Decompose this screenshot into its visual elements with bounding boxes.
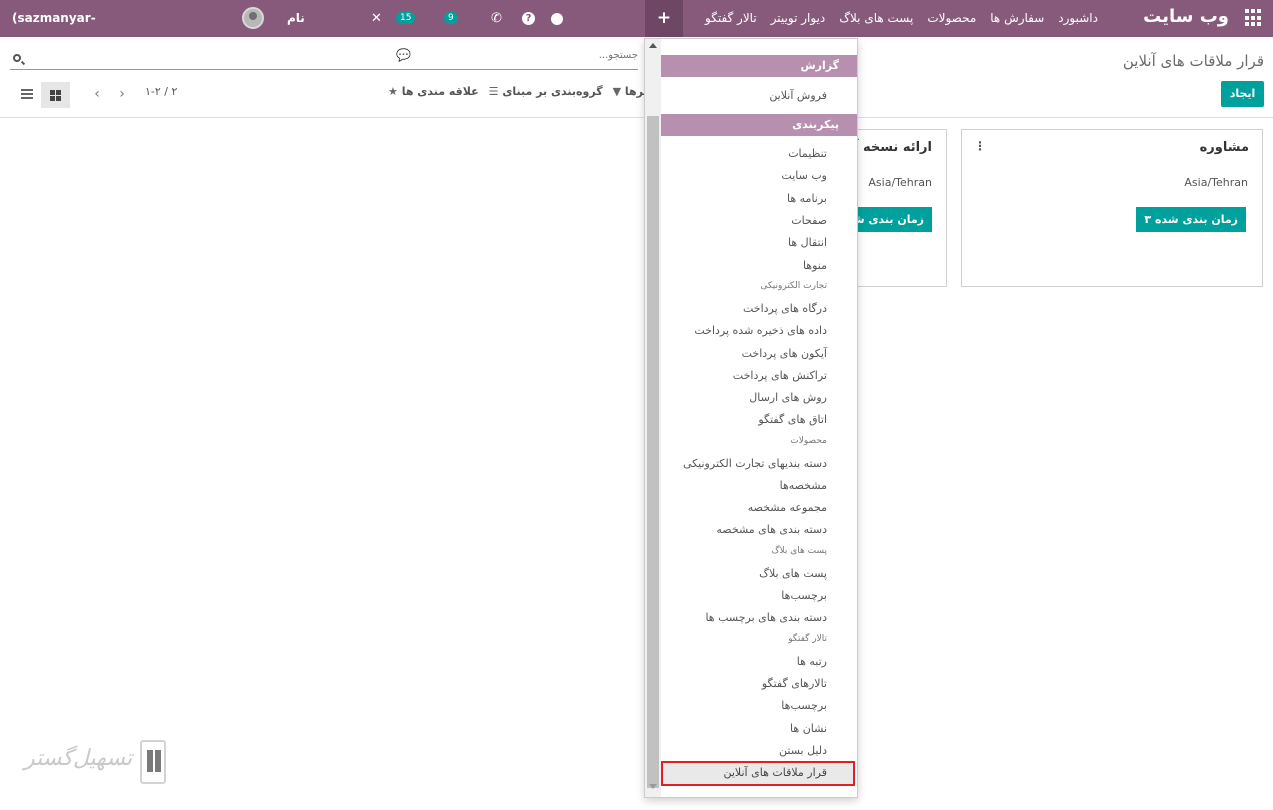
page: وب سایت داشبورد سفارش ها محصولات پست های… bbox=[0, 0, 1273, 810]
menu-item-blog-posts[interactable]: پست های بلاگ bbox=[759, 567, 827, 580]
pager-value[interactable]: ۱-۲ / ۲ bbox=[145, 85, 177, 98]
phone-icon[interactable]: ✆ bbox=[491, 0, 502, 37]
menu-header-report: گزارش bbox=[661, 55, 857, 77]
scroll-thumb[interactable] bbox=[647, 116, 659, 788]
kanban-view-button[interactable] bbox=[41, 82, 70, 108]
user-menu[interactable]: (sazmanyar-14-0-base-demo) علیرضا غضنفری bbox=[12, 0, 96, 173]
menu-item-blog-tags[interactable]: برچسب‌ها bbox=[781, 589, 827, 602]
menu-item-chat-rooms[interactable]: اتاق های گفتگو bbox=[758, 413, 827, 426]
search-input[interactable] bbox=[78, 50, 638, 61]
chat-count-badge: 15 bbox=[396, 11, 416, 24]
app-brand[interactable]: وب سایت bbox=[1143, 6, 1229, 27]
pager-next-button[interactable]: › bbox=[115, 86, 129, 102]
watermark-logo: تسهیل‌گستر bbox=[24, 740, 169, 788]
help-icon[interactable]: ? bbox=[522, 0, 535, 37]
scroll-up-icon[interactable] bbox=[649, 43, 657, 48]
control-panel-divider bbox=[0, 117, 1273, 118]
pager-previous-button[interactable]: ‹ bbox=[90, 86, 104, 102]
more-menu-dropdown: گزارش فروش آنلاین پیکربندی تنظیمات وب سا… bbox=[644, 38, 858, 798]
menu-item-attribute-categories[interactable]: دسته بندی های مشخصه bbox=[716, 523, 827, 536]
menu-section-ecommerce: تجارت الکترونیکی bbox=[760, 281, 827, 291]
menu-item-settings[interactable]: تنظیمات bbox=[788, 147, 827, 160]
menu-forum[interactable]: تالار گفتگو bbox=[698, 0, 764, 37]
card-title: مشاوره bbox=[1199, 140, 1249, 155]
menu-item-forum-tags[interactable]: برچسب‌ها bbox=[781, 699, 827, 712]
menu-section-products: محصولات bbox=[790, 436, 827, 446]
activity-count-badge: 9 bbox=[444, 11, 458, 24]
menu-item-shipping-methods[interactable]: روش های ارسال bbox=[749, 391, 827, 404]
scroll-down-icon[interactable] bbox=[649, 784, 657, 789]
user-name: علیرضا غضنفری bbox=[12, 122, 65, 173]
menu-item-pages[interactable]: صفحات bbox=[791, 214, 827, 227]
apps-icon[interactable] bbox=[1245, 9, 1263, 27]
create-button[interactable]: ایجاد bbox=[1221, 81, 1264, 107]
menu-item-badges[interactable]: نشان ها bbox=[790, 722, 827, 735]
menu-item-website[interactable]: وب سایت bbox=[781, 169, 827, 182]
menu-blog-posts[interactable]: پست های بلاگ bbox=[832, 0, 920, 37]
favorites-toggle[interactable]: ★ علاقه مندی ها bbox=[388, 85, 479, 103]
menu-section-blog: پست های بلاگ bbox=[771, 546, 827, 556]
bars-icon: ☰ bbox=[488, 85, 499, 98]
menu-products[interactable]: محصولات bbox=[920, 0, 983, 37]
menu-item-attribute-sets[interactable]: مجموعه مشخصه bbox=[748, 501, 827, 514]
page-title: قرار ملاقات های آنلاین bbox=[1122, 52, 1264, 70]
card-timezone: Asia/Tehran bbox=[868, 176, 932, 189]
kanban-card[interactable]: مشاوره ⋮ Asia/Tehran ۳ زمان بندی شده bbox=[961, 129, 1263, 287]
watermark-text: تسهیل‌گستر bbox=[24, 746, 133, 771]
menu-item-online-sales[interactable]: فروش آنلاین bbox=[769, 89, 827, 102]
card-menu-icon[interactable]: ⋮ bbox=[974, 139, 986, 153]
menu-dashboard[interactable]: داشبورد bbox=[1051, 0, 1105, 37]
star-icon: ★ bbox=[388, 85, 398, 98]
favorites-label: علاقه مندی ها bbox=[401, 85, 479, 98]
top-navbar: وب سایت داشبورد سفارش ها محصولات پست های… bbox=[0, 0, 1273, 173]
menu-item-attributes[interactable]: مشخصه‌ها bbox=[780, 479, 827, 492]
menu-item-ecommerce-categories[interactable]: دسته بندیهای تجارت الکترونیکی bbox=[683, 457, 827, 470]
menu-item-tag-categories[interactable]: دسته بندی های برچسب ها bbox=[705, 611, 827, 624]
filter-icon: ▼ bbox=[612, 85, 622, 98]
activity-icon[interactable]: 9 ◷ bbox=[444, 0, 458, 63]
menu-header-configuration: پیکربندی bbox=[661, 114, 857, 136]
menu-orders[interactable]: سفارش ها bbox=[983, 0, 1051, 37]
menu-item-payment-acquirers[interactable]: درگاه های پرداخت bbox=[743, 302, 827, 315]
menu-item-forums[interactable]: تالارهای گفتگو bbox=[762, 677, 827, 690]
bug-icon[interactable] bbox=[551, 0, 563, 37]
menu-item-redirects[interactable]: انتقال ها bbox=[788, 236, 827, 249]
main-menu: داشبورد سفارش ها محصولات پست های بلاگ دی… bbox=[698, 0, 1105, 37]
scheduled-button[interactable]: ۳ زمان بندی شده bbox=[1136, 207, 1246, 232]
menu-item-payment-transactions[interactable]: تراکنش های پرداخت bbox=[733, 369, 827, 382]
card-timezone: Asia/Tehran bbox=[1184, 176, 1248, 189]
more-menu-button[interactable]: + bbox=[645, 0, 683, 37]
menu-item-close-reasons[interactable]: دلیل بستن bbox=[779, 744, 827, 757]
dropdown-scrollbar[interactable] bbox=[645, 39, 661, 797]
chat-icon[interactable]: 15 💬 bbox=[396, 0, 416, 62]
menu-twitter-wall[interactable]: دیوار توییتر bbox=[764, 0, 833, 37]
search-icon[interactable] bbox=[13, 54, 21, 62]
menu-section-forum: تالار گفتگو bbox=[788, 634, 827, 644]
company-name[interactable]: نام شرکت شما bbox=[287, 0, 326, 99]
menu-item-payment-icons[interactable]: آیکون های پرداخت bbox=[742, 347, 827, 360]
menu-item-apps[interactable]: برنامه ها bbox=[787, 192, 827, 205]
menu-item-online-appointments[interactable]: قرار ملاقات های آنلاین bbox=[724, 766, 828, 779]
menu-item-saved-payment-data[interactable]: داده های ذخیره شده پرداخت bbox=[694, 324, 827, 337]
avatar[interactable] bbox=[242, 7, 264, 29]
search-options: ▼ فیلترها ☰ گروه‌بندی بر مبنای ★ علاقه م… bbox=[378, 85, 664, 103]
company-switch-icon[interactable]: ✕ bbox=[371, 0, 382, 37]
search-bar bbox=[10, 47, 638, 70]
menu-item-karma-ranks[interactable]: رتبه ها bbox=[797, 655, 827, 668]
logo-mark-icon bbox=[140, 740, 166, 784]
menu-item-menus[interactable]: منوها bbox=[803, 259, 827, 272]
groupby-toggle[interactable]: ☰ گروه‌بندی بر مبنای bbox=[489, 85, 603, 103]
groupby-label: گروه‌بندی بر مبنای bbox=[502, 85, 603, 98]
list-view-button[interactable] bbox=[15, 82, 39, 106]
